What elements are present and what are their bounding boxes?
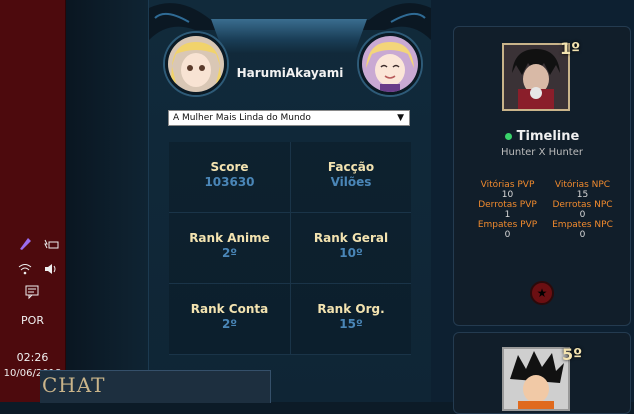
battle-row: Derrotas PVP 1 Derrotas NPC 0 (470, 200, 620, 220)
battle-label: Vitórias NPC (554, 180, 611, 190)
left-gutter (66, 0, 148, 402)
stat-value: 15º (339, 317, 363, 331)
battery-plug-icon[interactable] (43, 236, 59, 252)
title-select[interactable]: A Mulher Mais Linda do Mundo ▼ (168, 110, 410, 126)
stat-label: Rank Geral (313, 231, 389, 245)
battle-label: Vitórias PVP (480, 180, 535, 190)
battle-row: Vitórias PVP 10 Vitórias NPC 15 (470, 180, 620, 200)
title-select-value: A Mulher Mais Linda do Mundo (173, 113, 311, 123)
stat-value: 2º (221, 317, 238, 331)
language-indicator[interactable]: POR (0, 314, 65, 327)
banner-artwork (211, 19, 367, 53)
rank-badge: 1º (560, 39, 581, 58)
battle-value: 10 (501, 190, 514, 200)
stats-row: Score 103630 Facção Vilões (169, 142, 411, 213)
battle-value: 1 (504, 210, 511, 220)
stat-rank-account: Rank Conta 2º (169, 284, 290, 354)
profile-panel: HarumiAkayami A Mulher Mais Linda do Mun… (148, 0, 432, 402)
stat-label: Rank Org. (317, 302, 385, 316)
faction-star-icon[interactable]: ★ (530, 281, 554, 305)
stat-rank-anime: Rank Anime 2º (169, 213, 290, 283)
stat-value: Vilões (330, 175, 372, 189)
tray-row-top (17, 236, 59, 252)
stat-rank-general: Rank Geral 10º (290, 213, 411, 283)
ranking-card[interactable]: 1º Timeline Hunter X Hunter Vitórias PVP… (453, 26, 631, 326)
stat-label: Facção (327, 160, 375, 174)
player-anime: Hunter X Hunter (501, 147, 583, 158)
tray-row-bottom (17, 261, 59, 277)
pen-icon[interactable] (17, 236, 33, 252)
stat-label: Rank Conta (190, 302, 269, 316)
avatar-left[interactable] (165, 33, 227, 95)
online-status-icon (504, 133, 512, 140)
battle-row: Empates PVP 0 Empates NPC 0 (470, 220, 620, 240)
avatar-right[interactable] (359, 33, 421, 95)
stat-label: Score (210, 160, 249, 174)
stat-value: 2º (221, 246, 238, 260)
profile-username: HarumiAkayami (236, 66, 344, 80)
chevron-down-icon[interactable]: ▼ (397, 111, 404, 125)
player-name-text: Timeline (516, 129, 580, 144)
volume-icon[interactable] (43, 261, 59, 277)
battle-label: Derrotas PVP (478, 200, 537, 210)
chat-label[interactable]: CHAT (42, 373, 105, 397)
wifi-icon[interactable] (17, 261, 33, 277)
clock-time[interactable]: 02:26 (0, 351, 65, 364)
battle-value: 15 (576, 190, 589, 200)
battle-value: 0 (579, 210, 586, 220)
player-portrait[interactable] (502, 347, 570, 411)
rank-badge: 5º (562, 345, 583, 364)
battle-label: Empates NPC (552, 220, 613, 230)
stats-row: Rank Conta 2º Rank Org. 15º (169, 284, 411, 355)
chat-bar[interactable]: CHAT (40, 370, 271, 403)
stat-value: 10º (339, 246, 363, 260)
stat-faction: Facção Vilões (290, 142, 411, 212)
battle-value: 0 (579, 230, 586, 240)
battle-value: 0 (504, 230, 511, 240)
profile-banner: HarumiAkayami (149, 0, 431, 102)
stat-label: Rank Anime (189, 231, 270, 245)
notification-icon[interactable] (24, 284, 40, 300)
battle-label: Derrotas NPC (552, 200, 613, 210)
stat-score: Score 103630 (169, 142, 290, 212)
stat-value: 103630 (204, 175, 255, 189)
battle-label: Empates PVP (477, 220, 538, 230)
stats-row: Rank Anime 2º Rank Geral 10º (169, 213, 411, 284)
player-name[interactable]: Timeline (454, 129, 630, 144)
battle-stats: Vitórias PVP 10 Vitórias NPC 15 Derrotas P… (470, 180, 620, 240)
stats-grid: Score 103630 Facção Vilões Rank Anime 2º… (169, 142, 411, 355)
stat-rank-org: Rank Org. 15º (290, 284, 411, 354)
taskbar: POR 02:26 10/06/2018 (0, 0, 66, 402)
